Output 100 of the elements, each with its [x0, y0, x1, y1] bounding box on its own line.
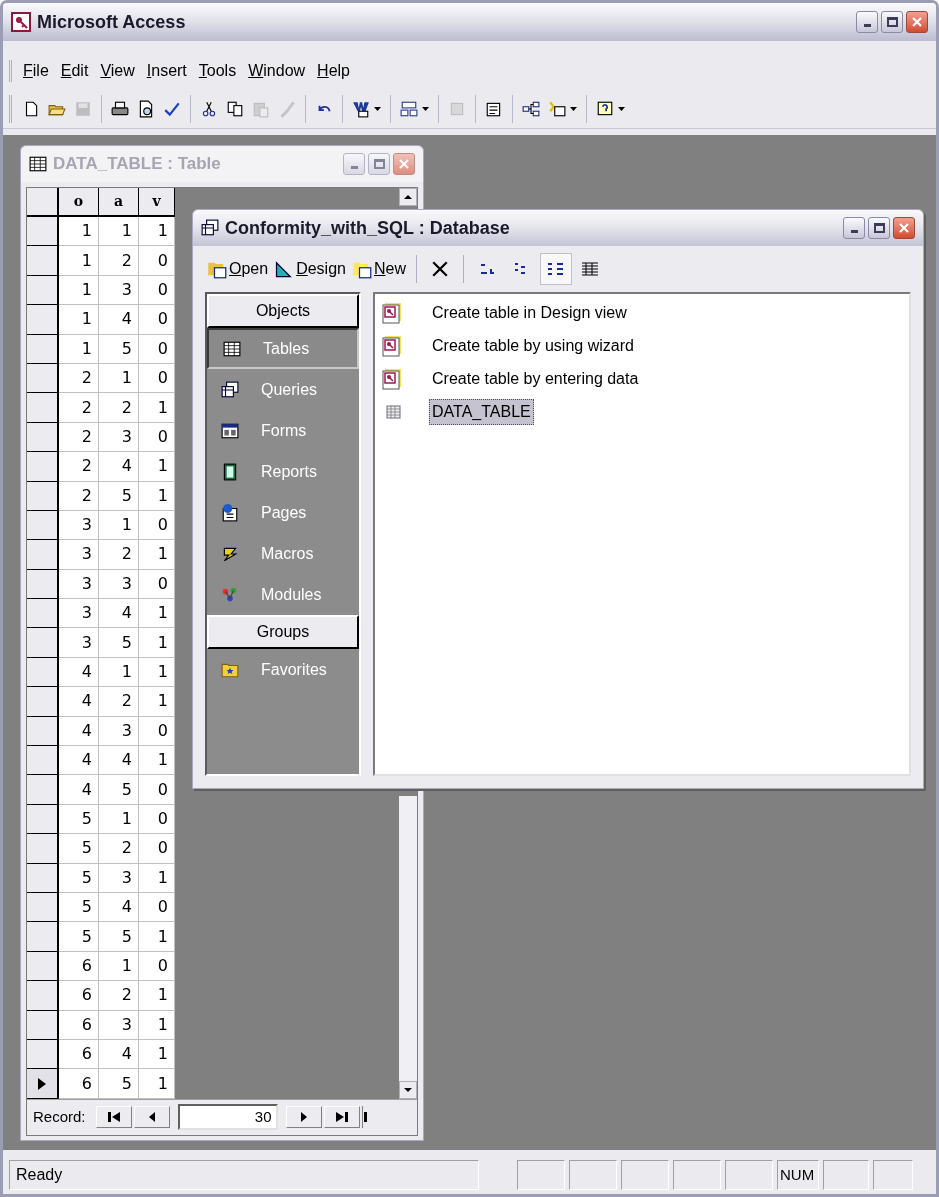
table-cell: 2	[99, 687, 139, 717]
row-selector[interactable]	[27, 569, 59, 600]
table-cell: 5	[99, 628, 139, 658]
next-record-button[interactable]	[285, 1106, 322, 1129]
window-title: DATA_TABLE : Table	[53, 153, 222, 176]
table-cell: 0	[139, 951, 175, 982]
view-button[interactable]	[540, 253, 572, 285]
menu-item[interactable]: View	[95, 57, 140, 85]
row-selector[interactable]	[27, 422, 59, 453]
row-selector[interactable]	[27, 481, 59, 511]
current-record-icon	[38, 1077, 46, 1090]
table-cell: 2	[59, 481, 99, 511]
close-button[interactable]	[906, 11, 928, 33]
row-selector[interactable]	[27, 540, 59, 570]
menu-item[interactable]: Tools	[193, 57, 242, 85]
table-cell: 5	[59, 922, 99, 952]
close-button[interactable]	[893, 217, 915, 239]
scroll-up-button[interactable]	[399, 188, 417, 206]
row-selector[interactable]	[27, 834, 59, 864]
table-cell: 1	[139, 863, 175, 893]
toolbar-button[interactable]: Open	[205, 253, 271, 285]
row-selector[interactable]	[27, 452, 59, 482]
previous-record-button[interactable]	[133, 1106, 170, 1129]
maximize-icon	[373, 159, 385, 169]
first-record-button[interactable]	[95, 1106, 132, 1129]
scroll-down-button[interactable]	[399, 1080, 417, 1099]
table-cell: 5	[59, 834, 99, 864]
minimize-button[interactable]	[843, 217, 865, 239]
menu-item[interactable]: Insert	[141, 57, 192, 85]
row-selector[interactable]	[27, 981, 59, 1011]
row-selector[interactable]	[27, 716, 59, 747]
row-selector[interactable]	[27, 687, 59, 717]
object-list-item[interactable]: Create table in Design view	[429, 299, 630, 326]
row-selector[interactable]	[27, 922, 59, 952]
table-cell: 3	[59, 510, 99, 541]
up-arrow-icon	[404, 195, 412, 199]
table-cell: 1	[139, 393, 175, 423]
maximize-button[interactable]	[868, 217, 890, 239]
table-cell: 3	[59, 540, 99, 570]
object-list-item[interactable]: Create table by using wizard	[429, 332, 637, 359]
table-cell: 3	[99, 422, 139, 453]
table-cell: 6	[59, 1069, 99, 1099]
row-selector[interactable]	[27, 893, 59, 923]
section-header[interactable]: Objects	[207, 294, 359, 328]
table-cell: 0	[139, 510, 175, 541]
page-icon	[221, 503, 239, 522]
table-cell: 0	[139, 305, 175, 335]
column-header[interactable]: o	[59, 188, 99, 215]
row-selector[interactable]	[27, 863, 59, 893]
table-cell: 2	[99, 834, 139, 864]
row-selector[interactable]	[27, 334, 59, 364]
toolbar-button[interactable]: New	[349, 253, 408, 285]
scrollbar-track[interactable]	[399, 796, 417, 1099]
record-number-field[interactable]: 30	[177, 1104, 278, 1131]
row-selector[interactable]	[27, 217, 59, 247]
row-selector[interactable]	[27, 246, 59, 276]
menu-item[interactable]: Window	[243, 57, 311, 85]
column-header[interactable]: a	[99, 188, 139, 215]
row-selector[interactable]	[27, 657, 59, 688]
table-cell: 0	[139, 716, 175, 747]
last-record-button[interactable]	[323, 1106, 360, 1129]
last-icon	[335, 1112, 348, 1123]
row-selector[interactable]	[27, 275, 59, 306]
row-selector[interactable]	[27, 1010, 59, 1040]
maximize-button[interactable]	[881, 11, 903, 33]
menu-item[interactable]: Help	[312, 57, 355, 85]
menu-item[interactable]: Edit	[55, 57, 94, 85]
module-icon	[221, 585, 239, 604]
object-list-item[interactable]: DATA_TABLE	[429, 398, 534, 425]
caret-icon	[422, 106, 429, 111]
table-cell: 1	[99, 510, 139, 541]
row-selector[interactable]	[27, 305, 59, 335]
toolbar-button[interactable]: Design	[272, 253, 348, 285]
table-cell: 4	[99, 305, 139, 335]
table-cell: 1	[139, 217, 175, 247]
table-cell: 4	[99, 1039, 139, 1070]
query-icon	[221, 380, 239, 399]
menu-item[interactable]: File	[18, 57, 54, 85]
table-cell: 5	[99, 775, 139, 805]
row-selector[interactable]	[27, 1069, 59, 1099]
row-selector[interactable]	[27, 746, 59, 776]
row-selector[interactable]	[27, 804, 59, 835]
status-panel	[725, 1160, 773, 1190]
section-header[interactable]: Groups	[207, 615, 359, 649]
row-selector[interactable]	[27, 775, 59, 805]
row-selector[interactable]	[27, 363, 59, 394]
minimize-button[interactable]	[856, 11, 878, 33]
row-selector[interactable]	[27, 1039, 59, 1070]
row-selector[interactable]	[27, 510, 59, 541]
close-button[interactable]	[393, 153, 415, 175]
object-list-item[interactable]: Create table by entering data	[429, 365, 642, 392]
table-cell: 4	[99, 452, 139, 482]
row-selector[interactable]	[27, 393, 59, 423]
row-selector[interactable]	[27, 599, 59, 629]
row-selector[interactable]	[27, 628, 59, 658]
table-cell: 1	[59, 246, 99, 276]
table-cell: 1	[139, 481, 175, 511]
column-header[interactable]: v	[139, 188, 175, 215]
table-cell: 2	[99, 393, 139, 423]
row-selector[interactable]	[27, 951, 59, 982]
